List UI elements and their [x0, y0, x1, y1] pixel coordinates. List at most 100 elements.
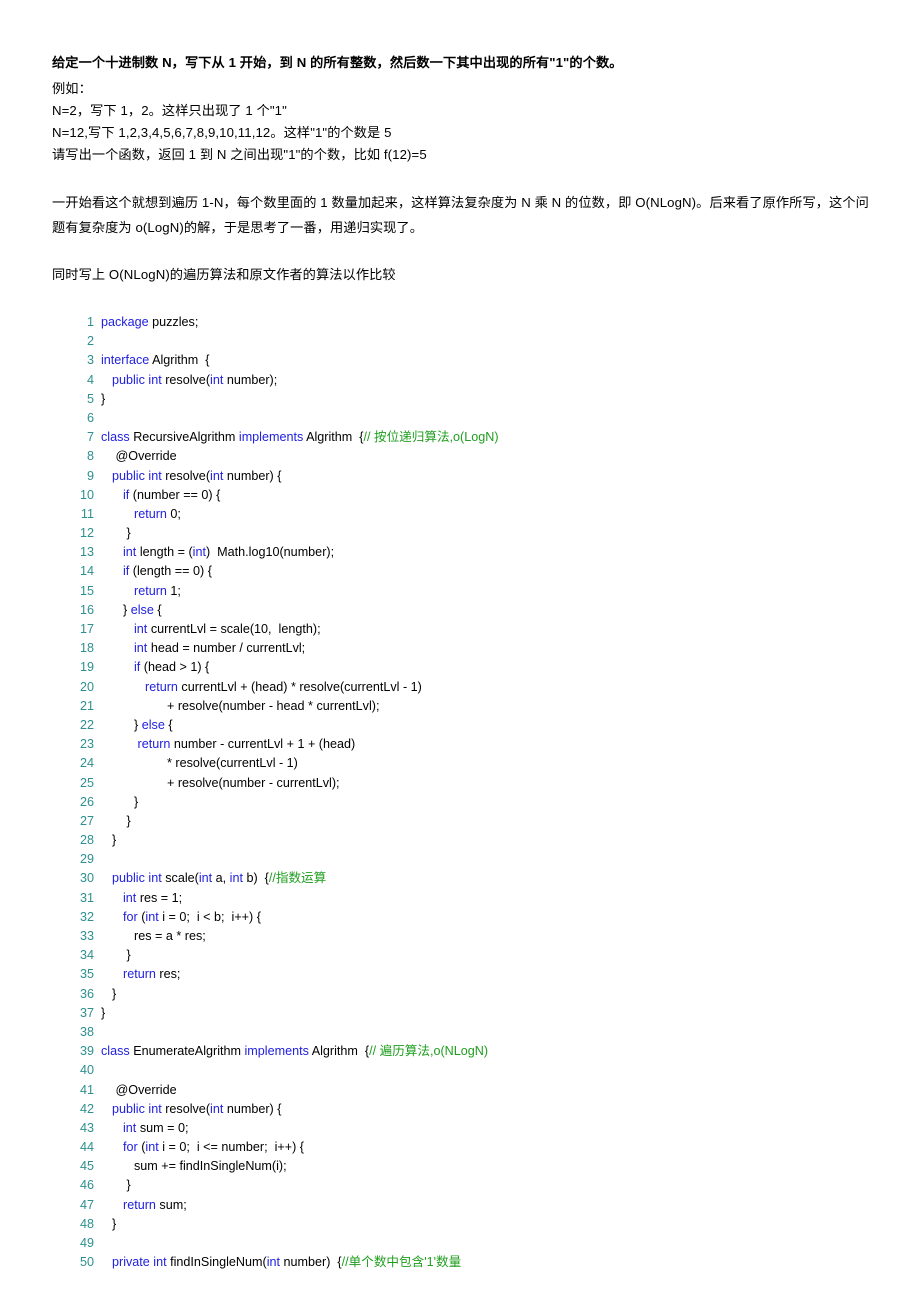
code-text: } — [112, 986, 117, 1001]
code-line-number: 20 — [79, 679, 94, 694]
code-line-number: 7 — [86, 430, 94, 445]
code-line: 8 @Override — [68, 447, 880, 466]
code-line: 38 — [68, 1023, 880, 1042]
code-line: 2 — [68, 332, 880, 351]
code-line: 35 return res; — [68, 965, 880, 984]
code-line-source: if (length == 0) { — [116, 562, 212, 581]
code-keyword: if — [123, 487, 133, 502]
code-line: 26} — [68, 793, 880, 812]
code-line-number: 38 — [79, 1024, 94, 1039]
code-line-source: return 0; — [127, 505, 181, 524]
code-line-source: } else { — [116, 601, 162, 620]
code-line-source — [94, 409, 105, 428]
code-keyword: public int — [112, 468, 166, 483]
code-text: resolve( — [165, 372, 211, 387]
code-line-source: + resolve(number - currentLvl); — [160, 774, 340, 793]
code-text: currentLvl + (head) * resolve(currentLvl… — [181, 679, 422, 694]
code-text: puzzles; — [152, 315, 199, 329]
code-text: sum = 0; — [139, 1120, 189, 1135]
code-text: sum += findInSingleNum(i); — [134, 1159, 287, 1174]
code-keyword: int — [210, 372, 227, 387]
code-line: 7 class RecursiveAlgrithm implements Algr… — [68, 428, 880, 447]
code-line-number: 22 — [79, 717, 94, 732]
code-keyword: int — [134, 622, 151, 636]
code-line-source: } — [116, 524, 130, 543]
code-line-number: 12 — [79, 526, 94, 541]
code-line-source: class RecursiveAlgrithm implements Algri… — [94, 428, 499, 447]
code-text: (head > 1) { — [143, 660, 210, 675]
code-keyword: private int — [112, 1255, 171, 1270]
code-keyword: else — [141, 717, 169, 732]
code-keyword: return — [134, 506, 171, 521]
code-line-number: 50 — [79, 1255, 94, 1270]
code-line-source: } else { — [127, 716, 173, 735]
code-line-number: 5 — [86, 391, 94, 406]
code-line-source: @Override — [105, 447, 177, 466]
code-keyword: return — [134, 583, 171, 598]
code-text: number) { — [283, 1255, 342, 1270]
code-line-source: package puzzles; — [94, 313, 198, 332]
code-keyword: int — [145, 1140, 163, 1155]
code-text: } — [134, 717, 142, 732]
code-line-source: int length = (int) Math.log10(number); — [116, 543, 334, 562]
code-line-number: 48 — [79, 1216, 94, 1231]
code-text: @Override — [112, 449, 177, 464]
code-keyword: return — [123, 967, 160, 982]
code-line-number: 49 — [79, 1236, 94, 1250]
code-line-number: 14 — [79, 564, 94, 579]
code-text: head = number / currentLvl; — [150, 641, 306, 656]
code-line-number: 33 — [79, 929, 94, 943]
code-line-number: 36 — [79, 986, 94, 1001]
intro-line-3: 请写出一个函数，返回 1 到 N 之间出现"1"的个数，比如 f(12)=5 — [52, 147, 427, 162]
code-line-source: public int resolve(int number); — [105, 371, 277, 390]
code-line-number: 39 — [79, 1044, 94, 1059]
code-keyword: int — [123, 545, 140, 560]
code-keyword: for — [123, 1140, 142, 1155]
code-line-number: 34 — [79, 948, 94, 963]
code-keyword: int — [123, 890, 140, 905]
code-line-source: if (number == 0) { — [116, 486, 220, 505]
code-line-source: int sum = 0; — [116, 1119, 188, 1138]
code-line-number: 19 — [79, 660, 94, 675]
code-line: 42 public int resolve(int number) { — [68, 1100, 880, 1119]
code-line: 37} — [68, 1004, 880, 1023]
code-line-source — [94, 1023, 105, 1042]
code-text: i = 0; i <= number; i++) { — [162, 1140, 304, 1155]
code-keyword: for — [123, 909, 142, 924]
code-keyword: int — [198, 871, 216, 886]
section-spacer-1 — [52, 166, 880, 190]
code-line-source — [94, 1061, 105, 1080]
code-text: + resolve(number - currentLvl); — [167, 775, 340, 790]
code-text: resolve( — [165, 468, 211, 483]
code-line-number: 24 — [79, 756, 94, 771]
code-text: } — [112, 1216, 117, 1231]
code-line-number: 40 — [79, 1063, 94, 1078]
code-text: number) { — [226, 468, 282, 483]
code-keyword: return — [145, 679, 182, 694]
code-line-source: return number - currentLvl + 1 + (head) — [127, 735, 356, 754]
code-keyword: implements — [238, 430, 307, 445]
code-line-source: } — [116, 946, 130, 965]
code-line-source — [94, 1234, 105, 1253]
code-keyword: class — [101, 430, 134, 445]
code-line-source: } — [105, 831, 116, 850]
code-line-source — [94, 332, 105, 351]
code-text: } — [134, 794, 139, 809]
code-line: 39 class EnumerateAlgrithm implements Alg… — [68, 1042, 880, 1061]
code-text: number) { — [226, 1101, 282, 1116]
code-line-number: 23 — [79, 737, 94, 752]
comparison-paragraph: 同时写上 O(NLogN)的遍历算法和原文作者的算法以作比较 — [52, 267, 396, 282]
code-line-source: return currentLvl + (head) * resolve(cur… — [138, 678, 422, 697]
code-line: 36} — [68, 985, 880, 1004]
code-line-number: 30 — [79, 871, 94, 886]
code-line: 46 } — [68, 1176, 880, 1195]
code-line: 14 if (length == 0) { — [68, 562, 880, 581]
code-line-number: 28 — [79, 833, 94, 848]
code-line-number: 8 — [86, 449, 94, 464]
code-line-source: private int findInSingleNum(int number) … — [105, 1253, 461, 1272]
code-text: @Override — [112, 1082, 177, 1097]
code-line-number: 47 — [79, 1197, 94, 1212]
code-line: 44 for (int i = 0; i <= number; i++) { — [68, 1138, 880, 1157]
code-keyword: int — [134, 641, 151, 656]
code-line-source: public int scale(int a, int b) {//指数运算 — [105, 869, 326, 888]
